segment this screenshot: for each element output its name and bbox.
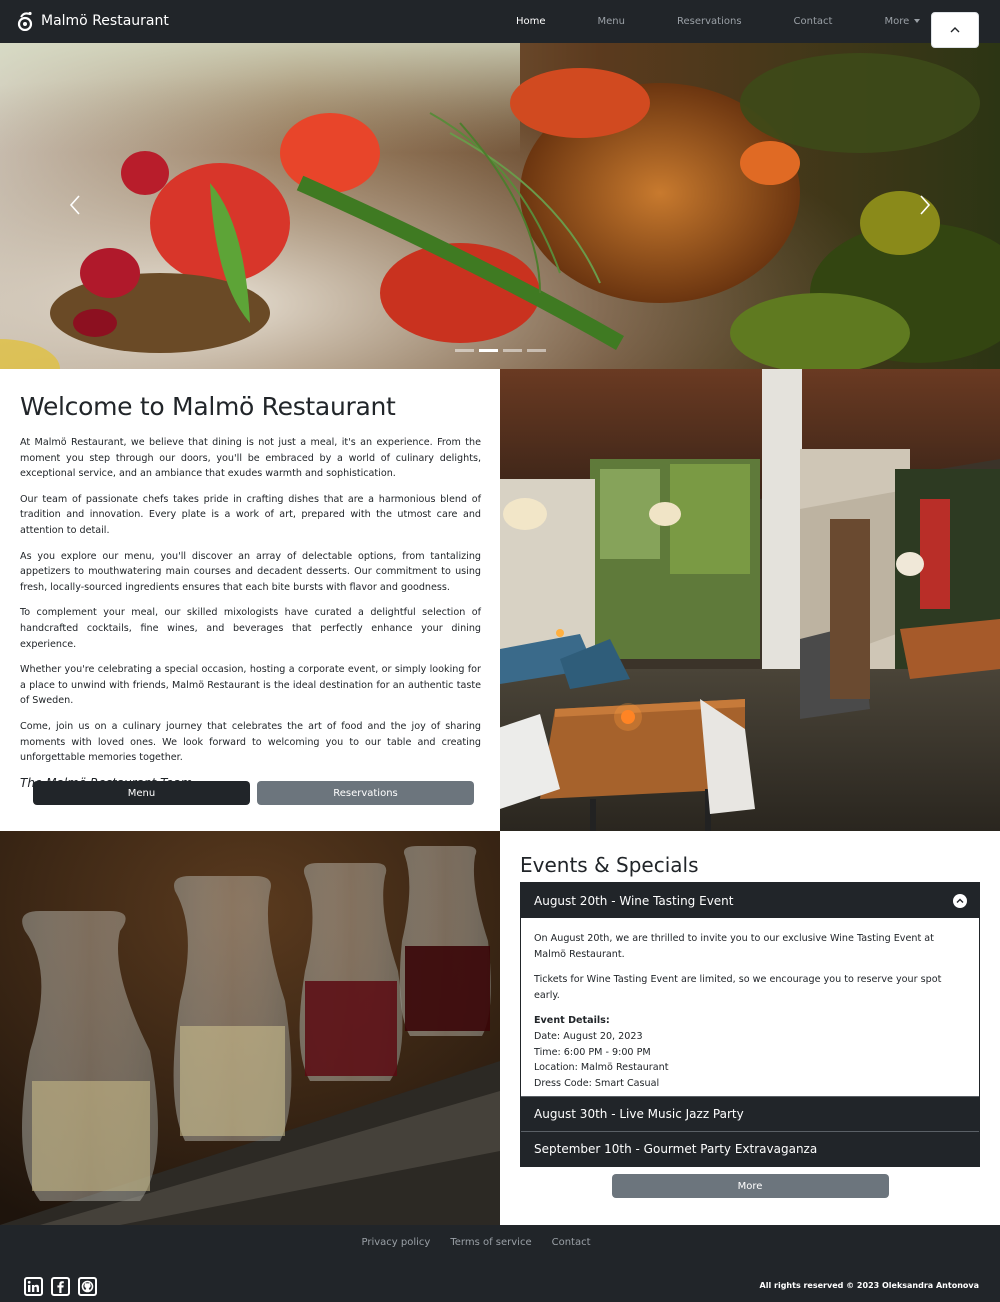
- brand-link[interactable]: Malmö Restaurant: [17, 11, 169, 31]
- footer: Privacy policy Terms of service Contact …: [0, 1225, 1000, 1302]
- footer-link-terms[interactable]: Terms of service: [450, 1237, 531, 1248]
- welcome-paragraph: At Malmö Restaurant, we believe that din…: [20, 437, 481, 480]
- event-note: Tickets for Wine Tasting Event are limit…: [534, 974, 942, 1001]
- accordion-title: August 30th - Live Music Jazz Party: [534, 1107, 744, 1121]
- event-detail-date: Date: August 20, 2023: [534, 1030, 643, 1042]
- welcome-paragraph: Our team of passionate chefs takes pride…: [20, 493, 481, 536]
- welcome-paragraph: To complement your meal, our skilled mix…: [20, 607, 481, 650]
- events-section: Events & Specials August 20th - Wine Tas…: [500, 831, 1000, 1225]
- welcome-paragraph: Come, join us on a culinary journey that…: [20, 720, 481, 764]
- nav-item-more-label: More: [884, 16, 910, 27]
- accordion-header-gourmet-party[interactable]: September 10th - Gourmet Party Extravaga…: [521, 1131, 979, 1166]
- event-intro: On August 20th, we are thrilled to invit…: [534, 933, 934, 960]
- navbar: Malmö Restaurant Home Menu Reservations …: [0, 0, 1000, 43]
- events-accordion: August 20th - Wine Tasting Event On Augu…: [520, 882, 980, 1167]
- accordion-header-wine-tasting[interactable]: August 20th - Wine Tasting Event: [521, 883, 979, 918]
- accordion-title: August 20th - Wine Tasting Event: [534, 893, 734, 908]
- carousel-prev-button[interactable]: [66, 193, 86, 217]
- chevron-right-icon: [920, 195, 931, 215]
- carousel-indicator[interactable]: [503, 349, 522, 352]
- accordion-title: September 10th - Gourmet Party Extravaga…: [534, 1142, 818, 1156]
- nav-item-home[interactable]: Home: [490, 16, 572, 27]
- footer-link-contact[interactable]: Contact: [552, 1237, 591, 1248]
- event-detail-time: Time: 6:00 PM - 9:00 PM: [534, 1046, 651, 1058]
- github-icon[interactable]: [78, 1277, 97, 1296]
- nav-item-menu[interactable]: Menu: [572, 16, 651, 27]
- carousel-indicator[interactable]: [455, 349, 474, 352]
- events-title: Events & Specials: [520, 853, 699, 877]
- restaurant-interior-image: [500, 369, 1000, 831]
- carousel-indicator-active[interactable]: [479, 349, 498, 352]
- chevron-left-icon: [69, 195, 80, 215]
- more-events-button[interactable]: More: [611, 1174, 889, 1198]
- caret-down-icon: [914, 19, 921, 23]
- copyright-text: All rights reserved © 2023 Oleksandra An…: [759, 1281, 979, 1290]
- footer-link-privacy[interactable]: Privacy policy: [362, 1237, 431, 1248]
- menu-button[interactable]: Menu: [33, 781, 250, 805]
- carousel-next-button[interactable]: [914, 193, 934, 217]
- reservations-button[interactable]: Reservations: [257, 781, 474, 805]
- carousel-indicators: [455, 349, 546, 352]
- wine-photo: [0, 831, 500, 1225]
- welcome-paragraph: As you explore our menu, you'll discover…: [20, 550, 481, 593]
- brand-name: Malmö Restaurant: [41, 13, 169, 29]
- footer-links: Privacy policy Terms of service Contact: [0, 1237, 952, 1248]
- hero-carousel: [0, 43, 1000, 369]
- wine-flight-image: [0, 831, 500, 1225]
- chevron-up-icon: [953, 893, 967, 908]
- event-details-title: Event Details:: [534, 1015, 610, 1027]
- welcome-title: Welcome to Malmö Restaurant: [20, 392, 396, 421]
- nav-links: Home Menu Reservations Contact More: [490, 0, 946, 43]
- accordion-header-jazz-party[interactable]: August 30th - Live Music Jazz Party: [521, 1096, 979, 1131]
- facebook-icon[interactable]: [51, 1277, 70, 1296]
- welcome-buttons: Menu Reservations: [33, 781, 474, 805]
- social-links: [24, 1277, 97, 1296]
- more-button-wrap: More: [520, 1174, 980, 1198]
- welcome-section: Welcome to Malmö Restaurant At Malmö Res…: [0, 369, 500, 831]
- interior-photo: [500, 369, 1000, 831]
- restaurant-logo-icon: [17, 11, 33, 31]
- event-detail-location: Location: Malmö Restaurant: [534, 1062, 669, 1074]
- event-detail-dress-code: Dress Code: Smart Casual: [534, 1077, 660, 1089]
- carousel-indicator[interactable]: [527, 349, 546, 352]
- linkedin-icon[interactable]: [24, 1277, 43, 1296]
- accordion-body-wine-tasting: On August 20th, we are thrilled to invit…: [521, 918, 979, 1096]
- back-to-top-button[interactable]: [931, 12, 979, 48]
- welcome-paragraph: Whether you're celebrating a special occ…: [20, 664, 481, 707]
- carousel-food-image: [0, 43, 1000, 369]
- nav-item-contact[interactable]: Contact: [768, 16, 859, 27]
- chevron-up-icon: [950, 27, 960, 33]
- nav-item-reservations[interactable]: Reservations: [651, 16, 768, 27]
